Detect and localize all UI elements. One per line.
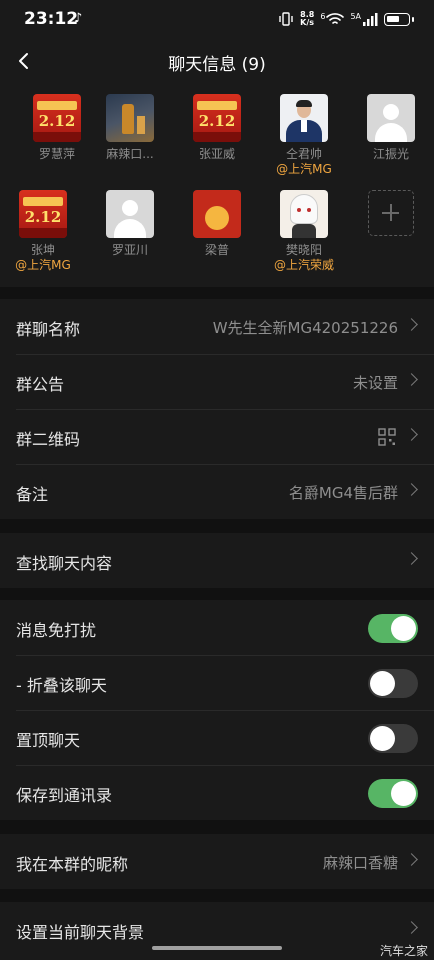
poster-text: 2.12 [38,112,76,130]
member-name: 仝君帅 [285,147,322,161]
pin-row: 置顶聊天 [0,710,434,765]
announcement-value: 未设置 [352,374,398,392]
member-name: 罗亚川 [111,243,148,257]
fold-toggle[interactable] [368,669,418,698]
remark-label: 备注 [16,485,49,504]
background-section: 设置当前聊天背景 [0,902,434,960]
watermark: 汽车之家 [379,944,428,958]
net-speed: 8.8 K/s [300,11,314,27]
member-name: 麻辣口... [106,147,154,161]
search-history-row[interactable]: 查找聊天内容 [0,533,434,588]
member-name: 张亚威 [198,147,235,161]
home-indicator[interactable] [152,946,282,950]
member-name: 罗慧萍 [38,147,75,161]
qrcode-label: 群二维码 [16,430,81,449]
group-info-section: 群聊名称 W先生全新MG420251226 群公告 未设置 群二维码 备注 名爵… [0,299,434,519]
announcement-label: 群公告 [16,375,65,394]
status-time: 23:12 [24,9,79,29]
chevron-right-icon [405,373,418,386]
avatar: 2.12 [193,94,241,142]
chevron-right-icon [405,552,418,565]
remark-row[interactable]: 备注 名爵MG4售后群 [0,464,434,519]
member-item[interactable]: 江振光 [351,94,431,162]
nickname-label: 我在本群的昵称 [16,855,129,874]
member-name: 樊晓阳 [285,243,322,257]
member-name: 江振光 [372,147,409,161]
page-title: 聊天信息 (9) [168,55,266,75]
tiktok-icon: ♪ [74,11,83,26]
avatar: 2.12 [19,190,67,238]
avatar [280,94,328,142]
save-contacts-row: 保存到通讯录 [0,765,434,820]
chevron-right-icon [405,318,418,331]
group-name-value: W先生全新MG420251226 [212,319,398,337]
plus-icon [368,190,414,236]
member-grid: 2.12 罗慧萍 麻辣口... 2.12 张亚威 仝君帅 @上汽MG 江振光 2… [0,82,434,287]
vibrate-icon [279,12,293,26]
member-item[interactable]: 樊晓阳 @上汽荣威 [264,190,344,273]
avatar: 2.12 [33,94,81,142]
member-name: 梁普 [204,243,229,257]
status-bar: 23:12 ♪ 8.8 K/s 6 5A [0,0,434,40]
poster-text: 2.12 [198,112,236,130]
member-item[interactable]: 仝君帅 @上汽MG [264,94,344,177]
chat-background-label: 设置当前聊天背景 [16,923,145,942]
group-name-label: 群聊名称 [16,320,81,339]
status-icons: 8.8 K/s 6 5A [278,11,414,27]
signal-icon [363,12,378,26]
member-tag: @上汽荣威 [273,258,334,272]
toggle-section: 消息免打扰 - 折叠该聊天 置顶聊天 保存到通讯录 [0,600,434,820]
pin-label: 置顶聊天 [16,731,81,750]
avatar [106,94,154,142]
mute-row: 消息免打扰 [0,600,434,655]
chevron-right-icon [405,483,418,496]
search-section: 查找聊天内容 [0,533,434,588]
avatar [106,190,154,238]
fold-label: - 折叠该聊天 [16,676,107,695]
battery-icon [384,12,410,26]
poster-text: 2.12 [24,208,62,226]
save-contacts-label: 保存到通讯录 [16,786,113,805]
member-item[interactable]: 2.12 张坤 @上汽MG [3,190,83,273]
search-history-label: 查找聊天内容 [16,554,113,573]
member-tag: @上汽MG [15,258,71,272]
pin-toggle[interactable] [368,724,418,753]
battery-tip [412,16,414,22]
fold-row: - 折叠该聊天 [0,655,434,710]
nickname-section: 我在本群的昵称 麻辣口香糖 [0,834,434,889]
chevron-right-icon [405,428,418,441]
avatar [367,94,415,142]
avatar [280,190,328,238]
chevron-right-icon [405,921,418,934]
save-contacts-toggle[interactable] [368,779,418,808]
navigation-bar: 聊天信息 (9) [0,40,434,82]
nickname-row[interactable]: 我在本群的昵称 麻辣口香糖 [0,834,434,889]
wifi-icon [326,13,345,24]
member-item[interactable]: 2.12 罗慧萍 [17,94,97,162]
chevron-right-icon [405,853,418,866]
net-speed-unit: K/s [300,18,315,27]
member-item[interactable]: 梁普 [177,190,257,258]
avatar [193,190,241,238]
member-item[interactable]: 麻辣口... [90,94,170,162]
member-tag: @上汽MG [276,162,332,176]
group-name-row[interactable]: 群聊名称 W先生全新MG420251226 [0,299,434,354]
qr-code-icon [378,428,396,446]
wifi-label: 6 [320,11,326,21]
member-name: 张坤 [30,243,55,257]
announcement-row[interactable]: 群公告 未设置 [0,354,434,409]
nickname-value: 麻辣口香糖 [322,854,398,872]
member-item[interactable]: 2.12 张亚威 [177,94,257,162]
qrcode-row[interactable]: 群二维码 [0,409,434,464]
mute-toggle[interactable] [368,614,418,643]
remark-value: 名爵MG4售后群 [288,484,398,502]
add-member-button[interactable] [351,190,431,236]
member-item[interactable]: 罗亚川 [90,190,170,258]
signal-label: 5A [350,11,361,21]
mute-label: 消息免打扰 [16,621,97,640]
